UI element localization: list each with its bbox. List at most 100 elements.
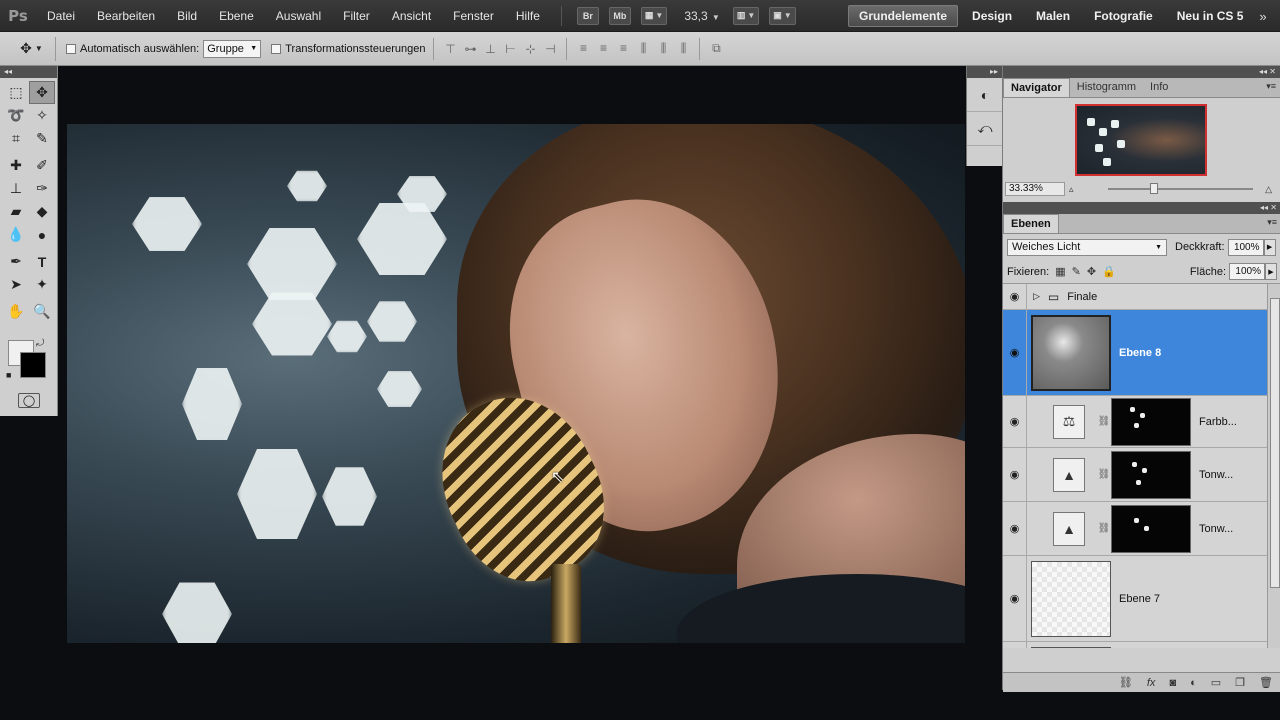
navigator-zoom-slider[interactable]	[1107, 183, 1254, 194]
blend-mode-dropdown[interactable]: Weiches Licht ▼	[1007, 238, 1167, 256]
history-panel-icon[interactable]: ⤺	[967, 112, 1003, 146]
layer-tonwert-1[interactable]: ◉ ▲ ⛓ Tonw...	[1003, 448, 1280, 502]
zoom-tool-icon[interactable]: 🔍	[29, 300, 55, 323]
view-extras-button[interactable]: ▦ ▼	[640, 6, 668, 25]
layer-tonwert-2[interactable]: ◉ ▲ ⛓ Tonw...	[1003, 502, 1280, 556]
paint-bucket-tool-icon[interactable]: ◆	[29, 200, 55, 223]
layers-panel-header[interactable]: ◂◂ ✕	[1003, 202, 1280, 214]
expand-dock-icon[interactable]: ▸▸	[967, 66, 1002, 78]
layer-ebene-7[interactable]: ◉ Ebene 7	[1003, 556, 1280, 642]
lock-transparency-icon[interactable]: ▦	[1055, 265, 1065, 278]
quick-mask-button[interactable]: ◯	[18, 393, 40, 408]
auto-select-checkbox[interactable]	[66, 43, 76, 54]
zoom-in-icon[interactable]: △	[1265, 184, 1272, 195]
navigator-panel-header[interactable]: ◂◂ ✕	[1003, 66, 1280, 78]
panel-menu-icon[interactable]: ▾≡	[1267, 217, 1277, 228]
visibility-eye-icon[interactable]: ◉	[1003, 556, 1027, 641]
distribute-right-icon[interactable]: ⫼	[675, 41, 691, 56]
delete-layer-icon[interactable]: 🗑	[1259, 676, 1273, 689]
more-workspaces-icon[interactable]: »	[1259, 9, 1266, 24]
menu-ebene[interactable]: Ebene	[208, 9, 265, 23]
layer-group-finale[interactable]: ◉ ▷ ▭ Finale	[1003, 284, 1280, 310]
visibility-eye-icon[interactable]: ◉	[1003, 502, 1027, 555]
layer-style-icon[interactable]: fx	[1147, 677, 1156, 689]
lock-all-icon[interactable]: 🔒	[1102, 265, 1116, 278]
fill-slider-toggle[interactable]: ▶	[1265, 263, 1277, 280]
menu-bild[interactable]: Bild	[166, 9, 208, 23]
distribute-vcenter-icon[interactable]: ≡	[595, 41, 611, 56]
visibility-eye-icon[interactable]: ◉	[1003, 396, 1027, 447]
layer-mask-thumbnail[interactable]	[1111, 450, 1191, 499]
new-layer-icon[interactable]: ❐	[1235, 676, 1245, 689]
history-brush-tool-icon[interactable]: ✑	[29, 177, 55, 200]
align-vcenter-icon[interactable]: ⊶	[462, 42, 478, 56]
workspace-neu-in-cs5[interactable]: Neu in CS 5	[1167, 5, 1254, 27]
visibility-eye-icon[interactable]: ◉	[1003, 284, 1027, 309]
document-canvas[interactable]	[67, 124, 965, 643]
tab-info[interactable]: Info	[1143, 78, 1175, 97]
align-right-icon[interactable]: ⊣	[542, 42, 558, 56]
new-group-icon[interactable]: ▭	[1211, 676, 1221, 689]
shape-tool-icon[interactable]: ✦	[29, 273, 55, 296]
tab-navigator[interactable]: Navigator	[1003, 78, 1070, 97]
layer-ebene-8[interactable]: ◉ Ebene 8	[1003, 310, 1280, 396]
scrollbar-thumb[interactable]	[1270, 298, 1280, 588]
auto-select-dropdown[interactable]: Gruppe ▼	[203, 39, 262, 58]
navigator-preview[interactable]	[1075, 104, 1207, 176]
align-bottom-icon[interactable]: ⊥	[482, 42, 498, 56]
blur-tool-icon[interactable]: 💧	[3, 223, 29, 246]
add-mask-icon[interactable]: ◙	[1169, 677, 1176, 689]
slider-knob[interactable]	[1149, 183, 1158, 194]
screen-mode-button[interactable]: ▣ ▼	[769, 6, 796, 25]
marquee-tool-icon[interactable]: ⬚	[3, 81, 29, 104]
layer-mask-thumbnail[interactable]	[1111, 504, 1191, 553]
type-tool-icon[interactable]: T	[29, 250, 55, 273]
menu-auswahl[interactable]: Auswahl	[265, 9, 332, 23]
workspace-design[interactable]: Design	[962, 5, 1022, 27]
link-layers-icon[interactable]: ⛓	[1119, 676, 1133, 689]
zoom-out-icon[interactable]: ▵	[1069, 184, 1074, 195]
opacity-slider-toggle[interactable]: ▶	[1263, 238, 1276, 256]
eraser-tool-icon[interactable]: ▰	[3, 200, 29, 223]
new-adjustment-icon[interactable]: ◐	[1190, 677, 1197, 689]
menu-fenster[interactable]: Fenster	[442, 9, 505, 23]
panel-menu-icon[interactable]: ▾≡	[1266, 81, 1276, 92]
visibility-eye-icon[interactable]: ◉	[1003, 310, 1027, 395]
lock-position-icon[interactable]: ✥	[1087, 265, 1096, 278]
zoom-level[interactable]: 33,3 ▼	[684, 9, 720, 23]
expand-triangle-icon[interactable]: ▷	[1033, 291, 1040, 302]
distribute-left-icon[interactable]: ⫼	[635, 41, 651, 56]
tab-histogramm[interactable]: Histogramm	[1070, 78, 1143, 97]
path-selection-tool-icon[interactable]: ➤	[3, 273, 29, 296]
arrange-documents-button[interactable]: ▥ ▼	[732, 6, 760, 25]
magic-wand-tool-icon[interactable]: ✧	[29, 104, 55, 127]
auto-align-layers-icon[interactable]: ⧉	[708, 41, 724, 56]
distribute-hcenter-icon[interactable]: ⫼	[655, 41, 671, 56]
distribute-bottom-icon[interactable]: ≡	[615, 41, 631, 56]
menu-bearbeiten[interactable]: Bearbeiten	[86, 9, 166, 23]
layers-scrollbar[interactable]	[1267, 284, 1280, 648]
menu-datei[interactable]: Datei	[36, 9, 86, 23]
brush-tool-icon[interactable]: ✐	[29, 154, 55, 177]
visibility-eye-icon[interactable]: ◉	[1003, 448, 1027, 501]
lasso-tool-icon[interactable]: ➰	[3, 104, 29, 127]
adjustments-panel-icon[interactable]: ◐	[967, 78, 1003, 112]
align-top-icon[interactable]: ⊤	[442, 42, 458, 56]
swap-colors-icon[interactable]: ⤾	[36, 338, 44, 349]
opacity-input[interactable]: 100%	[1227, 238, 1264, 256]
tab-ebenen[interactable]: Ebenen	[1003, 214, 1059, 233]
visibility-eye-icon[interactable]	[1003, 642, 1027, 648]
lock-pixels-icon[interactable]: ✎	[1072, 265, 1081, 278]
healing-brush-tool-icon[interactable]: ✚	[3, 154, 29, 177]
fill-input[interactable]: 100%	[1229, 263, 1265, 280]
move-tool-icon[interactable]: ✥	[29, 81, 55, 104]
dodge-tool-icon[interactable]: ●	[29, 223, 55, 246]
bridge-button[interactable]: Br	[576, 6, 599, 25]
crop-tool-icon[interactable]: ⌗	[3, 127, 29, 150]
layer-background-partial[interactable]	[1003, 642, 1280, 648]
pen-tool-icon[interactable]: ✒	[3, 250, 29, 273]
background-color-swatch[interactable]	[20, 352, 46, 378]
hand-tool-icon[interactable]: ✋	[3, 300, 29, 323]
eyedropper-tool-icon[interactable]: ✎	[29, 127, 55, 150]
navigator-zoom-input[interactable]: 33.33%	[1005, 182, 1065, 196]
